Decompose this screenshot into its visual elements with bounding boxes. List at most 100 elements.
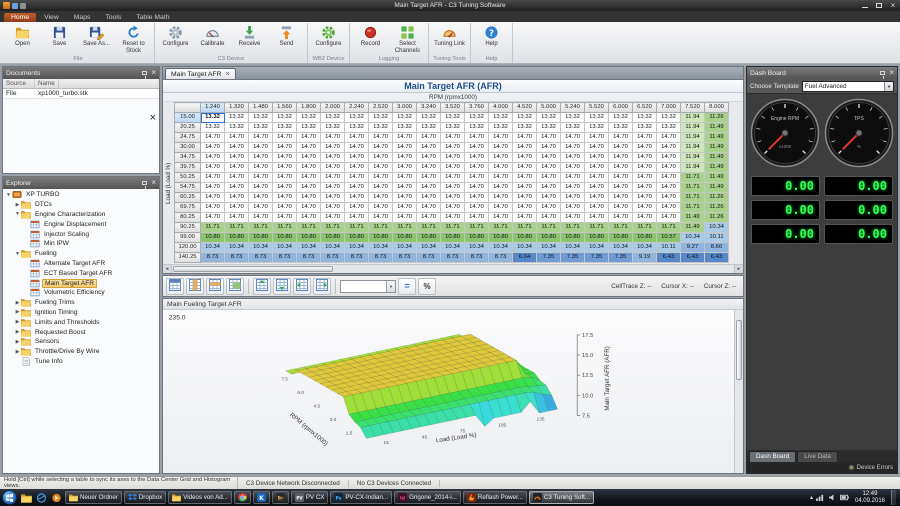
- rpm-column-header[interactable]: 7.520: [681, 103, 705, 113]
- afr-cell[interactable]: 14.70: [465, 213, 489, 223]
- taskbar-button-grigone-2014-i[interactable]: IdGrigone_2014-i...: [394, 491, 461, 504]
- afr-cell[interactable]: 11.71: [489, 223, 513, 233]
- afr-cell[interactable]: 13.32: [513, 123, 537, 133]
- afr-cell[interactable]: 14.70: [489, 133, 513, 143]
- afr-cell[interactable]: 14.70: [273, 203, 297, 213]
- expander-icon[interactable]: ▼: [5, 192, 12, 198]
- afr-cell[interactable]: 14.70: [537, 183, 561, 193]
- afr-cell[interactable]: 14.70: [297, 143, 321, 153]
- afr-cell[interactable]: 10.34: [585, 243, 609, 253]
- explorer-icon[interactable]: [19, 491, 33, 504]
- col-right-button[interactable]: [313, 278, 331, 295]
- afr-cell[interactable]: 14.70: [393, 183, 417, 193]
- afr-cell[interactable]: 14.70: [225, 143, 249, 153]
- afr-cell[interactable]: 13.32: [201, 113, 225, 123]
- afr-cell[interactable]: 14.70: [417, 213, 441, 223]
- open-button[interactable]: Open: [4, 23, 41, 55]
- maximize-button[interactable]: [872, 0, 886, 11]
- afr-cell[interactable]: 14.70: [441, 143, 465, 153]
- rpm-column-header[interactable]: 8.000: [705, 103, 729, 113]
- tuning-link-button[interactable]: Tuning Link: [431, 23, 468, 55]
- rpm-column-header[interactable]: 2.000: [321, 103, 345, 113]
- afr-cell[interactable]: 14.70: [369, 163, 393, 173]
- afr-cell[interactable]: 14.70: [585, 143, 609, 153]
- afr-cell[interactable]: 10.34: [681, 233, 705, 243]
- chevron-down-icon[interactable]: ▼: [386, 281, 395, 292]
- afr-cell[interactable]: 14.70: [297, 153, 321, 163]
- afr-cell[interactable]: 11.71: [249, 223, 273, 233]
- load-row-header[interactable]: 69.75: [175, 203, 201, 213]
- afr-cell[interactable]: 14.70: [609, 213, 633, 223]
- afr-cell[interactable]: 14.70: [321, 203, 345, 213]
- afr-cell[interactable]: 14.70: [441, 153, 465, 163]
- tree-item-sensors[interactable]: ▶Sensors: [3, 337, 159, 347]
- afr-cell[interactable]: 13.32: [417, 123, 441, 133]
- afr-cell[interactable]: 14.70: [537, 203, 561, 213]
- taskbar-clock[interactable]: 12:49 04.09.2016: [852, 491, 888, 504]
- afr-cell[interactable]: 8.73: [297, 253, 321, 263]
- afr-cell[interactable]: 14.70: [633, 153, 657, 163]
- afr-cell[interactable]: 14.70: [297, 133, 321, 143]
- afr-cell[interactable]: 13.32: [513, 113, 537, 123]
- afr-cell[interactable]: 10.80: [345, 233, 369, 243]
- afr-cell[interactable]: 13.32: [345, 123, 369, 133]
- afr-cell[interactable]: 10.34: [297, 243, 321, 253]
- afr-cell[interactable]: 14.70: [417, 173, 441, 183]
- afr-cell[interactable]: 14.70: [249, 193, 273, 203]
- afr-cell[interactable]: 8.73: [201, 253, 225, 263]
- afr-cell[interactable]: 11.71: [345, 223, 369, 233]
- pin-icon[interactable]: [880, 71, 885, 75]
- afr-cell[interactable]: 10.34: [489, 243, 513, 253]
- afr-cell[interactable]: 10.80: [273, 233, 297, 243]
- afr-cell[interactable]: 14.70: [249, 213, 273, 223]
- scrollbar-thumb[interactable]: [736, 320, 742, 380]
- afr-cell[interactable]: 13.32: [321, 113, 345, 123]
- horizontal-scrollbar[interactable]: ◄ ►: [163, 264, 743, 273]
- load-row-header[interactable]: 15.00: [175, 113, 201, 123]
- taskbar-button-c3-tuning-soft[interactable]: C3 Tuning Soft...: [529, 491, 594, 504]
- afr-cell[interactable]: 14.70: [609, 203, 633, 213]
- afr-cell[interactable]: 13.32: [561, 113, 585, 123]
- afr-cell[interactable]: 10.34: [273, 243, 297, 253]
- afr-cell[interactable]: 11.71: [201, 223, 225, 233]
- afr-cell[interactable]: 9.19: [633, 253, 657, 263]
- afr-cell[interactable]: 14.70: [249, 143, 273, 153]
- rpm-column-header[interactable]: 6.000: [609, 103, 633, 113]
- afr-cell[interactable]: 11.71: [681, 173, 705, 183]
- scroll-right-icon[interactable]: ►: [734, 265, 743, 273]
- afr-cell[interactable]: 14.70: [657, 163, 681, 173]
- table-cells-button[interactable]: [226, 278, 244, 295]
- afr-cell[interactable]: 14.70: [225, 193, 249, 203]
- table-col-button[interactable]: [186, 278, 204, 295]
- taskbar-button-dropbox[interactable]: Dropbox: [124, 491, 166, 504]
- scroll-left-icon[interactable]: ◄: [163, 265, 172, 273]
- afr-cell[interactable]: 14.70: [369, 173, 393, 183]
- ribbon-tab-maps[interactable]: Maps: [67, 13, 98, 22]
- afr-cell[interactable]: 14.70: [345, 213, 369, 223]
- afr-cell[interactable]: 14.70: [633, 203, 657, 213]
- afr-cell[interactable]: 14.70: [513, 153, 537, 163]
- afr-cell[interactable]: 13.32: [657, 123, 681, 133]
- afr-cell[interactable]: 14.70: [297, 193, 321, 203]
- afr-cell[interactable]: 14.70: [537, 193, 561, 203]
- afr-cell[interactable]: 14.70: [561, 133, 585, 143]
- afr-cell[interactable]: 14.70: [465, 153, 489, 163]
- afr-cell[interactable]: 13.32: [441, 113, 465, 123]
- tree-item-main-target-afr[interactable]: Main Target AFR: [3, 278, 159, 288]
- afr-cell[interactable]: 14.70: [369, 213, 393, 223]
- document-tab-main-target-afr[interactable]: Main Target AFR ×: [165, 68, 236, 79]
- rpm-column-header[interactable]: 3.520: [441, 103, 465, 113]
- afr-cell[interactable]: 11.49: [705, 163, 729, 173]
- ie-icon[interactable]: [34, 491, 48, 504]
- afr-cell[interactable]: 14.70: [561, 203, 585, 213]
- table-blue-button[interactable]: [166, 278, 184, 295]
- afr-cell[interactable]: 10.80: [393, 233, 417, 243]
- afr-cell[interactable]: 14.70: [321, 173, 345, 183]
- afr-cell[interactable]: 14.70: [417, 163, 441, 173]
- afr-cell[interactable]: 14.70: [513, 183, 537, 193]
- afr-cell[interactable]: 13.32: [273, 123, 297, 133]
- table-row-button[interactable]: [206, 278, 224, 295]
- afr-cell[interactable]: 14.70: [249, 173, 273, 183]
- pin-icon[interactable]: [142, 71, 147, 75]
- scrollbar-thumb[interactable]: [173, 266, 333, 272]
